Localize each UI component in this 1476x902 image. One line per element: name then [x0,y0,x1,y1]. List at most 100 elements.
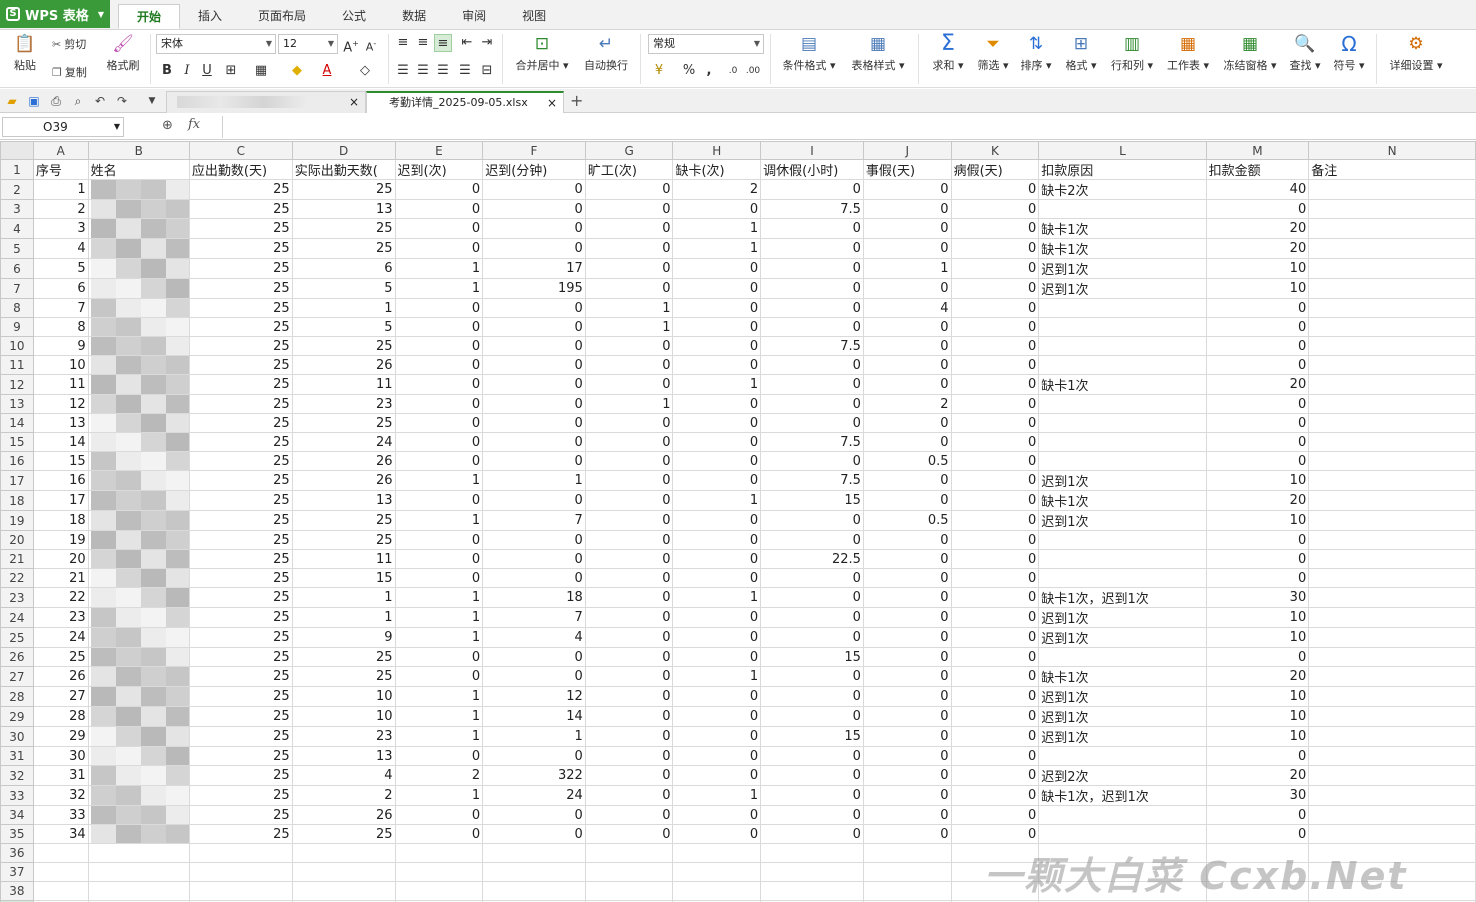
cell[interactable]: 20 [1205,765,1310,786]
cell[interactable]: 0 [862,218,952,239]
empty-cell[interactable] [87,843,190,863]
cell[interactable]: 迟到1次 [1038,726,1207,747]
redacted-name-cell[interactable] [87,549,190,569]
cell[interactable]: 0 [672,258,762,279]
column-header[interactable]: E [394,141,484,160]
cell[interactable]: 迟到1次 [1038,510,1207,531]
cell[interactable]: 18 [482,587,586,608]
cell[interactable]: 0 [482,432,586,452]
header-cell[interactable]: 扣款金额 [1205,159,1310,180]
cell[interactable]: 0 [950,238,1040,259]
cell[interactable]: 0 [862,785,952,806]
cell[interactable]: 25 [291,510,396,531]
cell[interactable]: 0 [862,490,952,511]
empty-cell[interactable] [291,843,396,863]
cell[interactable] [1308,374,1476,395]
cell[interactable]: 25 [291,824,396,844]
document-tab-hidden[interactable]: × [166,91,366,113]
cell[interactable]: 3 [32,218,89,239]
redacted-name-cell[interactable] [87,805,190,825]
cell[interactable]: 0 [950,706,1040,727]
column-header[interactable]: G [584,141,674,160]
cell[interactable]: 0 [672,824,762,844]
cell[interactable]: 0 [672,510,762,531]
cell[interactable]: 20 [1205,666,1310,687]
cell[interactable]: 25 [188,765,293,786]
row-header[interactable]: 22 [0,568,34,588]
cell[interactable]: 29 [32,726,89,747]
cell[interactable]: 0 [862,317,952,337]
cell[interactable]: 0 [672,647,762,667]
cell[interactable]: 0 [394,666,484,687]
cell[interactable]: 1 [862,258,952,279]
cell[interactable]: 0 [862,413,952,433]
cell[interactable] [1308,470,1476,491]
save-icon[interactable]: ▣ [26,93,42,109]
redacted-name-cell[interactable] [87,336,190,356]
header-cell[interactable]: 扣款原因 [1038,159,1207,180]
empty-cell[interactable] [862,881,952,901]
cell[interactable]: 0 [760,627,864,648]
redacted-name-cell[interactable] [87,824,190,844]
cell[interactable]: 25 [188,627,293,648]
cell[interactable] [1308,706,1476,727]
empty-cell[interactable] [394,881,484,901]
row-header[interactable]: 16 [0,451,34,471]
cell[interactable]: 25 [291,647,396,667]
redacted-name-cell[interactable] [87,394,190,414]
cell[interactable]: 0 [394,568,484,588]
cell[interactable]: 10 [1205,470,1310,491]
align-center-icon[interactable]: ☰ [414,62,432,80]
cell[interactable]: 1 [394,706,484,727]
cell[interactable] [1308,587,1476,608]
row-header[interactable]: 38 [0,881,34,901]
cell[interactable]: 0 [760,394,864,414]
cell[interactable]: 32 [32,785,89,806]
select-all-corner[interactable] [0,141,34,160]
cell[interactable]: 8 [32,317,89,337]
cell[interactable]: 195 [482,278,586,299]
cell[interactable] [1038,298,1207,318]
cell[interactable]: 0 [950,627,1040,648]
cell[interactable]: 25 [188,726,293,747]
cell[interactable]: 0 [672,199,762,219]
redacted-name-cell[interactable] [87,432,190,452]
cell[interactable]: 1 [394,607,484,628]
cell[interactable] [1308,607,1476,628]
indent-increase-icon[interactable]: ⇥ [478,34,496,52]
cell[interactable]: 2 [32,199,89,219]
document-tab-active[interactable]: 考勤详情_2025-09-05.xlsx × [366,91,564,113]
redacted-name-cell[interactable] [87,355,190,375]
cell[interactable]: 18 [32,510,89,531]
cell[interactable]: 迟到1次 [1038,706,1207,727]
cell[interactable]: 0 [950,278,1040,299]
cell[interactable]: 0 [862,607,952,628]
cell[interactable]: 0 [760,451,864,471]
cell[interactable]: 0.5 [862,510,952,531]
row-header[interactable]: 35 [0,824,34,844]
cell[interactable]: 1 [394,258,484,279]
cell[interactable]: 27 [32,686,89,707]
cell[interactable]: 迟到1次 [1038,686,1207,707]
empty-cell[interactable] [482,843,586,863]
cell[interactable]: 迟到1次 [1038,258,1207,279]
cell[interactable]: 缺卡1次 [1038,666,1207,687]
cell[interactable]: 0 [1205,451,1310,471]
cell[interactable]: 25 [291,530,396,550]
cell[interactable]: 0 [482,355,586,375]
cell[interactable]: 0 [584,746,674,766]
redacted-name-cell[interactable] [87,218,190,239]
cell[interactable]: 25 [188,587,293,608]
redacted-name-cell[interactable] [87,666,190,687]
clear-format-icon[interactable]: ◇ [356,62,374,80]
cell[interactable]: 15 [760,647,864,667]
cell[interactable]: 25 [188,238,293,259]
cell[interactable]: 0 [672,278,762,299]
cell[interactable]: 0 [760,413,864,433]
cell[interactable]: 0 [672,746,762,766]
redacted-name-cell[interactable] [87,278,190,299]
cell[interactable]: 0 [394,179,484,200]
cell[interactable]: 0 [584,824,674,844]
wrap-text-button[interactable]: ↵ 自动换行 [578,34,634,73]
empty-cell[interactable] [188,843,293,863]
